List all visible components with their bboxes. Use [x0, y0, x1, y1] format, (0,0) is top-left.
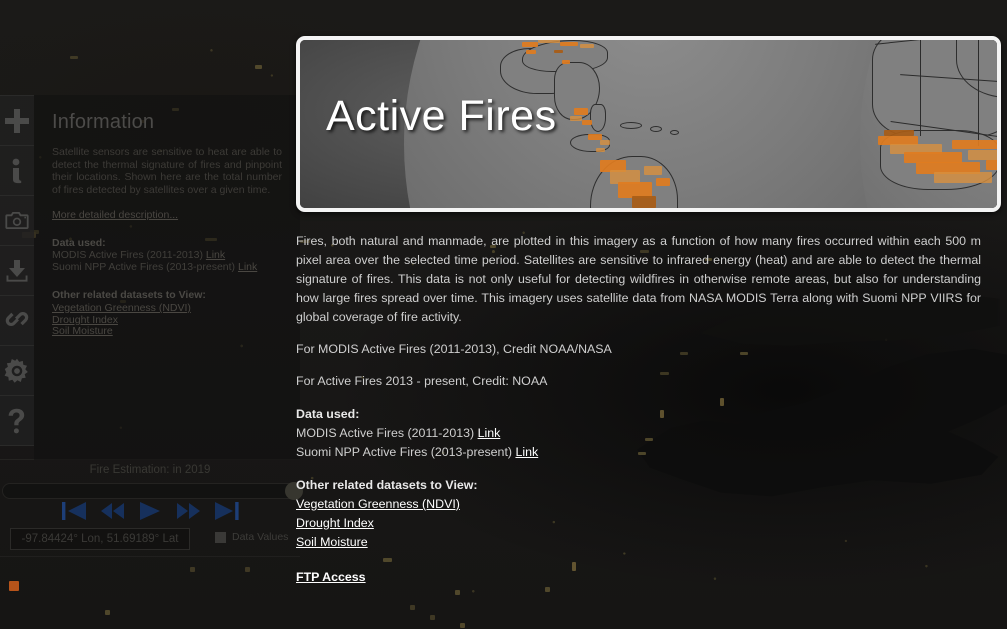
share-link-button[interactable] — [0, 296, 34, 346]
skip-to-start-button[interactable] — [61, 500, 87, 527]
dialog-paragraph-main: Fires, both natural and manmade, are plo… — [296, 234, 981, 324]
globe-africa — [860, 40, 997, 208]
information-panel: Information Satellite sensors are sensit… — [34, 95, 300, 460]
banner-title: Active Fires — [326, 92, 557, 140]
playback-controls — [0, 500, 300, 527]
question-mark-icon — [4, 408, 30, 434]
map-fire-marker[interactable] — [9, 581, 19, 591]
dialog-data-used-heading: Data used: — [296, 407, 360, 421]
information-data-used-row: Suomi NPP Active Fires (2013-present) Li… — [52, 261, 282, 273]
dialog-data-used-row: MODIS Active Fires (2011-2013) Link — [296, 424, 981, 443]
chain-link-icon — [4, 308, 30, 334]
information-panel-body: Satellite sensors are sensitive to heat … — [52, 146, 282, 196]
settings-button[interactable] — [0, 346, 34, 396]
time-slider[interactable] — [2, 483, 298, 499]
dialog-data-used-link[interactable]: Link — [515, 445, 538, 459]
dialog-data-used-text: MODIS Active Fires (2011-2013) — [296, 426, 475, 440]
information-panel-title: Information — [52, 111, 155, 133]
skip-to-end-button[interactable] — [214, 500, 239, 527]
ftp-access-link[interactable]: FTP Access — [296, 570, 366, 584]
dialog-data-used-link[interactable]: Link — [478, 426, 501, 440]
coordinate-text: -97.84424° Lon, 51.69189° Lat — [21, 533, 179, 545]
download-button[interactable] — [0, 246, 34, 296]
step-backward-button[interactable] — [99, 500, 126, 527]
dialog-paragraph-credit-noaa: For Active Fires 2013 - present, Credit:… — [296, 374, 548, 388]
dialog-related-link-soil[interactable]: Soil Moisture — [296, 533, 981, 552]
download-icon — [4, 258, 30, 284]
information-related-list: Vegetation Greenness (NDVI) Drought Inde… — [52, 302, 282, 338]
play-button[interactable] — [138, 500, 163, 527]
dialog-related-heading: Other related datasets to View: — [296, 478, 478, 492]
application-root: Information Satellite sensors are sensit… — [0, 0, 1007, 629]
help-button[interactable] — [0, 396, 34, 446]
gear-icon — [4, 358, 30, 384]
information-related-link-ndvi[interactable]: Vegetation Greenness (NDVI) — [52, 302, 282, 315]
panel-divider-bottom — [0, 556, 300, 557]
more-detailed-description-link[interactable]: More detailed description... — [52, 209, 282, 221]
dialog-paragraph-credit-modis: For MODIS Active Fires (2011-2013), Cred… — [296, 342, 612, 356]
plus-icon — [4, 108, 30, 134]
dialog-body: Fires, both natural and manmade, are plo… — [290, 212, 1007, 586]
information-data-used-heading: Data used: — [52, 237, 106, 249]
snapshot-button[interactable] — [0, 196, 34, 246]
information-data-used-text: Suomi NPP Active Fires (2013-present) — [52, 261, 236, 273]
add-layer-button[interactable] — [0, 96, 34, 146]
data-values-label: Data Values — [232, 531, 289, 543]
dialog-data-used-row: Suomi NPP Active Fires (2013-present) Li… — [296, 443, 981, 462]
camera-icon — [4, 208, 30, 234]
dialog-banner: Active Fires — [296, 36, 1001, 212]
information-data-used-text: MODIS Active Fires (2011-2013) — [52, 249, 203, 261]
dialog-related-link-drought[interactable]: Drought Index — [296, 514, 981, 533]
information-data-used-link[interactable]: Link — [238, 261, 257, 273]
step-forward-button[interactable] — [175, 500, 202, 527]
time-estimation-label: Fire Estimation: in 2019 — [89, 464, 211, 476]
coordinate-readout[interactable]: -97.84424° Lon, 51.69189° Lat — [10, 528, 190, 550]
dialog-data-used-text: Suomi NPP Active Fires (2013-present) — [296, 445, 513, 459]
information-data-used-row: MODIS Active Fires (2011-2013) Link — [52, 249, 282, 261]
data-values-toggle[interactable]: Data Values — [215, 531, 288, 543]
active-fires-dialog: Active Fires Fires, both natural and man… — [290, 36, 1007, 616]
tool-rail — [0, 95, 34, 446]
information-related-link-soil[interactable]: Soil Moisture — [52, 325, 282, 338]
information-button[interactable] — [0, 146, 34, 196]
info-icon — [4, 158, 30, 184]
information-related-heading: Other related datasets to View: — [52, 289, 206, 301]
information-data-used-link[interactable]: Link — [206, 249, 225, 261]
dialog-related-link-ndvi[interactable]: Vegetation Greenness (NDVI) — [296, 495, 981, 514]
data-values-checkbox[interactable] — [215, 531, 226, 543]
